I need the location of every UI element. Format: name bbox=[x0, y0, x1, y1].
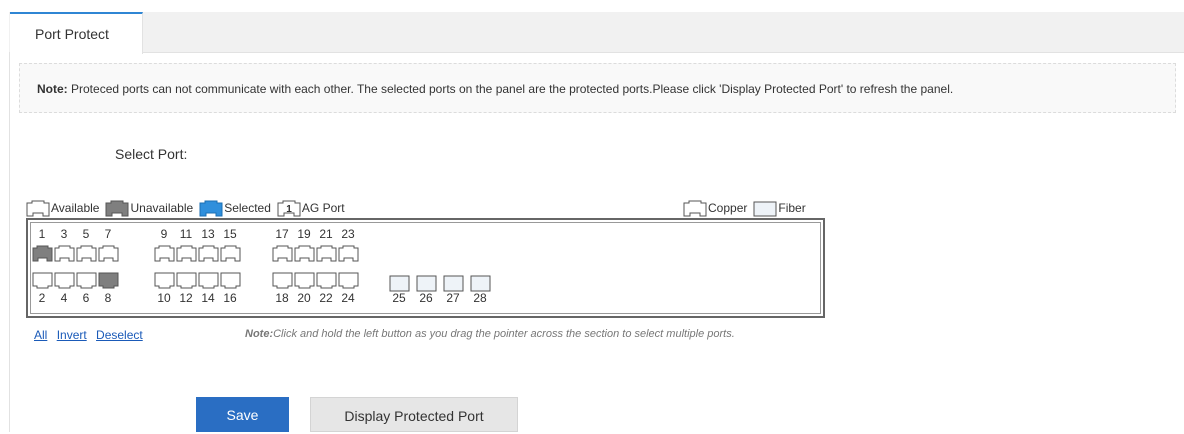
port-19[interactable] bbox=[294, 245, 315, 262]
legend-fiber-label: Fiber bbox=[778, 201, 806, 215]
port-number-label: 6 bbox=[82, 291, 90, 305]
port-9[interactable] bbox=[154, 245, 175, 262]
port-7[interactable] bbox=[98, 245, 119, 262]
port-number-label: 2 bbox=[38, 291, 46, 305]
port-10[interactable] bbox=[154, 272, 175, 289]
note-prefix: Note: bbox=[37, 82, 68, 96]
deselect-link[interactable]: Deselect bbox=[96, 328, 143, 342]
port-16[interactable] bbox=[220, 272, 241, 289]
legend-selected: Selected bbox=[199, 200, 271, 217]
ag-port-icon: 1 bbox=[277, 200, 301, 216]
port-15[interactable] bbox=[220, 245, 241, 262]
port-8[interactable] bbox=[98, 272, 119, 289]
port-number-label: 9 bbox=[160, 227, 168, 241]
port-24[interactable] bbox=[338, 272, 359, 289]
media-legend: Copper Fiber bbox=[683, 199, 812, 217]
tab-bar bbox=[9, 12, 1184, 53]
port-25[interactable] bbox=[389, 275, 410, 292]
select-port-label: Select Port: bbox=[115, 146, 188, 162]
drag-note-prefix: Note: bbox=[245, 328, 274, 340]
port-number-label: 19 bbox=[297, 227, 311, 241]
port-number-label: 14 bbox=[201, 291, 215, 305]
port-number-label: 13 bbox=[201, 227, 215, 241]
port-number-label: 3 bbox=[60, 227, 68, 241]
port-26[interactable] bbox=[416, 275, 437, 292]
port-number-label: 8 bbox=[104, 291, 112, 305]
legend-ag-port: 1 AG Port bbox=[277, 200, 345, 217]
port-6[interactable] bbox=[76, 272, 97, 289]
selection-links: All Invert Deselect bbox=[34, 328, 149, 342]
tab-port-protect[interactable]: Port Protect bbox=[10, 12, 143, 54]
port-4[interactable] bbox=[54, 272, 75, 289]
drag-note-text: Click and hold the left button as you dr… bbox=[273, 328, 735, 340]
port-panel[interactable]: 1 3 5 7 9 11 13 15 17 19 21 23 2 4 6 8 10 12 14 16 18 20 22 24 2… bbox=[26, 218, 825, 318]
port-17[interactable] bbox=[272, 245, 293, 262]
port-number-label: 7 bbox=[104, 227, 112, 241]
copper-port-available-icon bbox=[26, 200, 50, 216]
port-13[interactable] bbox=[198, 245, 219, 262]
port-number-label: 15 bbox=[223, 227, 237, 241]
port-2[interactable] bbox=[32, 272, 53, 289]
port-number-label: 11 bbox=[179, 227, 193, 241]
copper-media-icon bbox=[683, 200, 707, 216]
port-number-label: 27 bbox=[446, 291, 460, 305]
port-number-label: 10 bbox=[157, 291, 171, 305]
port-number-label: 25 bbox=[392, 291, 406, 305]
select-all-link[interactable]: All bbox=[34, 328, 47, 342]
port-28[interactable] bbox=[470, 275, 491, 292]
port-3[interactable] bbox=[54, 245, 75, 262]
port-number-label: 17 bbox=[275, 227, 289, 241]
legend-ag-port-label: AG Port bbox=[301, 201, 345, 215]
info-note: Note: Proteced ports can not communicate… bbox=[19, 63, 1176, 113]
port-11[interactable] bbox=[176, 245, 197, 262]
ag-port-icon-number: 1 bbox=[286, 204, 292, 215]
port-18[interactable] bbox=[272, 272, 293, 289]
legend-available: Available bbox=[26, 200, 99, 217]
legend-fiber: Fiber bbox=[753, 200, 806, 217]
port-14[interactable] bbox=[198, 272, 219, 289]
port-number-label: 20 bbox=[297, 291, 311, 305]
port-legend: Available Unavailable Selected 1 AG Port bbox=[26, 199, 351, 217]
port-number-label: 5 bbox=[82, 227, 90, 241]
port-12[interactable] bbox=[176, 272, 197, 289]
display-protected-port-button[interactable]: Display Protected Port bbox=[310, 397, 518, 432]
legend-unavailable-label: Unavailable bbox=[130, 201, 194, 215]
port-number-label: 22 bbox=[319, 291, 333, 305]
port-number-label: 21 bbox=[319, 227, 333, 241]
note-text: Proteced ports can not communicate with … bbox=[67, 82, 954, 96]
invert-link[interactable]: Invert bbox=[57, 328, 87, 342]
save-button[interactable]: Save bbox=[196, 397, 289, 432]
port-21[interactable] bbox=[316, 245, 337, 262]
legend-copper-label: Copper bbox=[708, 201, 748, 215]
legend-available-label: Available bbox=[51, 201, 100, 215]
legend-copper: Copper bbox=[683, 200, 747, 217]
port-number-label: 24 bbox=[341, 291, 355, 305]
drag-note: Note:Click and hold the left button as y… bbox=[245, 328, 735, 340]
port-number-label: 12 bbox=[179, 291, 193, 305]
port-number-label: 18 bbox=[275, 291, 289, 305]
port-22[interactable] bbox=[316, 272, 337, 289]
copper-port-unavailable-icon bbox=[105, 200, 129, 216]
port-number-label: 1 bbox=[38, 227, 46, 241]
port-27[interactable] bbox=[443, 275, 464, 292]
port-number-label: 28 bbox=[473, 291, 487, 305]
port-number-label: 4 bbox=[60, 291, 68, 305]
port-number-label: 23 bbox=[341, 227, 355, 241]
fiber-media-icon bbox=[753, 201, 777, 216]
legend-selected-label: Selected bbox=[224, 201, 271, 215]
port-5[interactable] bbox=[76, 245, 97, 262]
legend-unavailable: Unavailable bbox=[105, 200, 193, 217]
port-23[interactable] bbox=[338, 245, 359, 262]
port-1[interactable] bbox=[32, 245, 53, 262]
port-number-label: 16 bbox=[223, 291, 237, 305]
port-number-label: 26 bbox=[419, 291, 433, 305]
port-20[interactable] bbox=[294, 272, 315, 289]
copper-port-selected-icon bbox=[199, 200, 223, 216]
